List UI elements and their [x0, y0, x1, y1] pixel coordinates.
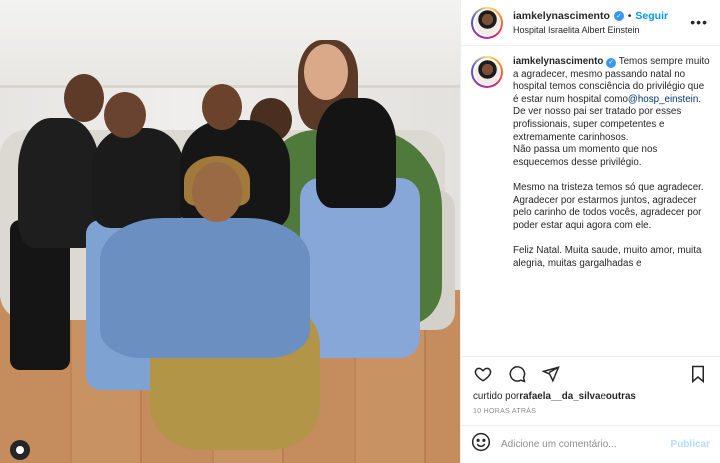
- author-username[interactable]: iamkelynascimento: [513, 10, 610, 22]
- caption-username[interactable]: iamkelynascimento: [513, 56, 603, 67]
- instagram-post: iamkelynascimento ✓ • Seguir Hospital Is…: [0, 0, 720, 463]
- verified-badge-icon: ✓: [613, 11, 624, 21]
- post-caption: iamkelynascimento ✓ Temos sempre muito a…: [513, 56, 710, 283]
- separator-dot: •: [627, 10, 632, 22]
- person-second-head: [104, 92, 146, 138]
- caption-author-avatar[interactable]: [471, 56, 503, 88]
- person-front-head: [192, 162, 242, 222]
- likes-others-link[interactable]: outras: [606, 391, 636, 402]
- author-avatar-frame: [473, 8, 501, 37]
- caption-paragraph-1: iamkelynascimento ✓ Temos sempre muito a…: [513, 56, 710, 169]
- emoji-icon[interactable]: [471, 432, 491, 457]
- user-tag-icon[interactable]: [10, 440, 30, 460]
- person-left-head: [64, 74, 104, 122]
- person-second-body: [92, 128, 184, 228]
- caption-avatar-image: [474, 59, 500, 85]
- photo-screen: [0, 0, 460, 88]
- bookmark-icon[interactable]: [688, 364, 708, 384]
- comment-input[interactable]: [501, 439, 661, 450]
- verified-badge-icon: ✓: [606, 57, 617, 68]
- post-location[interactable]: Hospital Israelita Albert Einstein: [513, 25, 668, 35]
- likes-user-link[interactable]: rafaela__da_silva: [519, 391, 600, 402]
- likes-summary: curtido porrafaela__da_silvaeoutras: [461, 391, 720, 405]
- post-photo[interactable]: [0, 0, 460, 463]
- likes-prefix: curtido por: [473, 391, 520, 402]
- header-text: iamkelynascimento ✓ • Seguir Hospital Is…: [513, 10, 668, 35]
- caption-avatar-frame: [473, 58, 501, 86]
- person-front-jacket: [100, 218, 310, 358]
- paper-plane-icon[interactable]: [541, 364, 561, 384]
- person-center-head: [202, 84, 242, 130]
- action-bar: [461, 357, 720, 391]
- post-timestamp[interactable]: 10 HORAS ATRÁS: [461, 405, 720, 425]
- post-sidebar: iamkelynascimento ✓ • Seguir Hospital Is…: [460, 0, 720, 463]
- caption-mention-link[interactable]: @hosp_einstein: [628, 94, 698, 105]
- comment-bar: Publicar: [461, 425, 720, 463]
- header-line: iamkelynascimento ✓ • Seguir: [513, 10, 668, 22]
- publish-button[interactable]: Publicar: [671, 439, 710, 450]
- person-right-head: [304, 44, 348, 100]
- caption-area: iamkelynascimento ✓ Temos sempre muito a…: [461, 46, 720, 357]
- caption-paragraph-2: Mesmo na tristeza temos só que agradecer…: [513, 181, 704, 231]
- post-header: iamkelynascimento ✓ • Seguir Hospital Is…: [461, 0, 720, 46]
- comment-icon[interactable]: [507, 364, 527, 384]
- more-options-icon[interactable]: •••: [690, 14, 708, 30]
- follow-button[interactable]: Seguir: [635, 10, 668, 22]
- caption-paragraph-3: Feliz Natal. Muita saude, muito amor, mu…: [513, 244, 702, 269]
- caption-text-1c: Não passa um momento que nos esquecemos …: [513, 144, 658, 168]
- author-avatar[interactable]: [471, 6, 503, 39]
- heart-icon[interactable]: [473, 364, 493, 384]
- person-right-top: [316, 98, 396, 208]
- author-avatar-image: [474, 10, 500, 35]
